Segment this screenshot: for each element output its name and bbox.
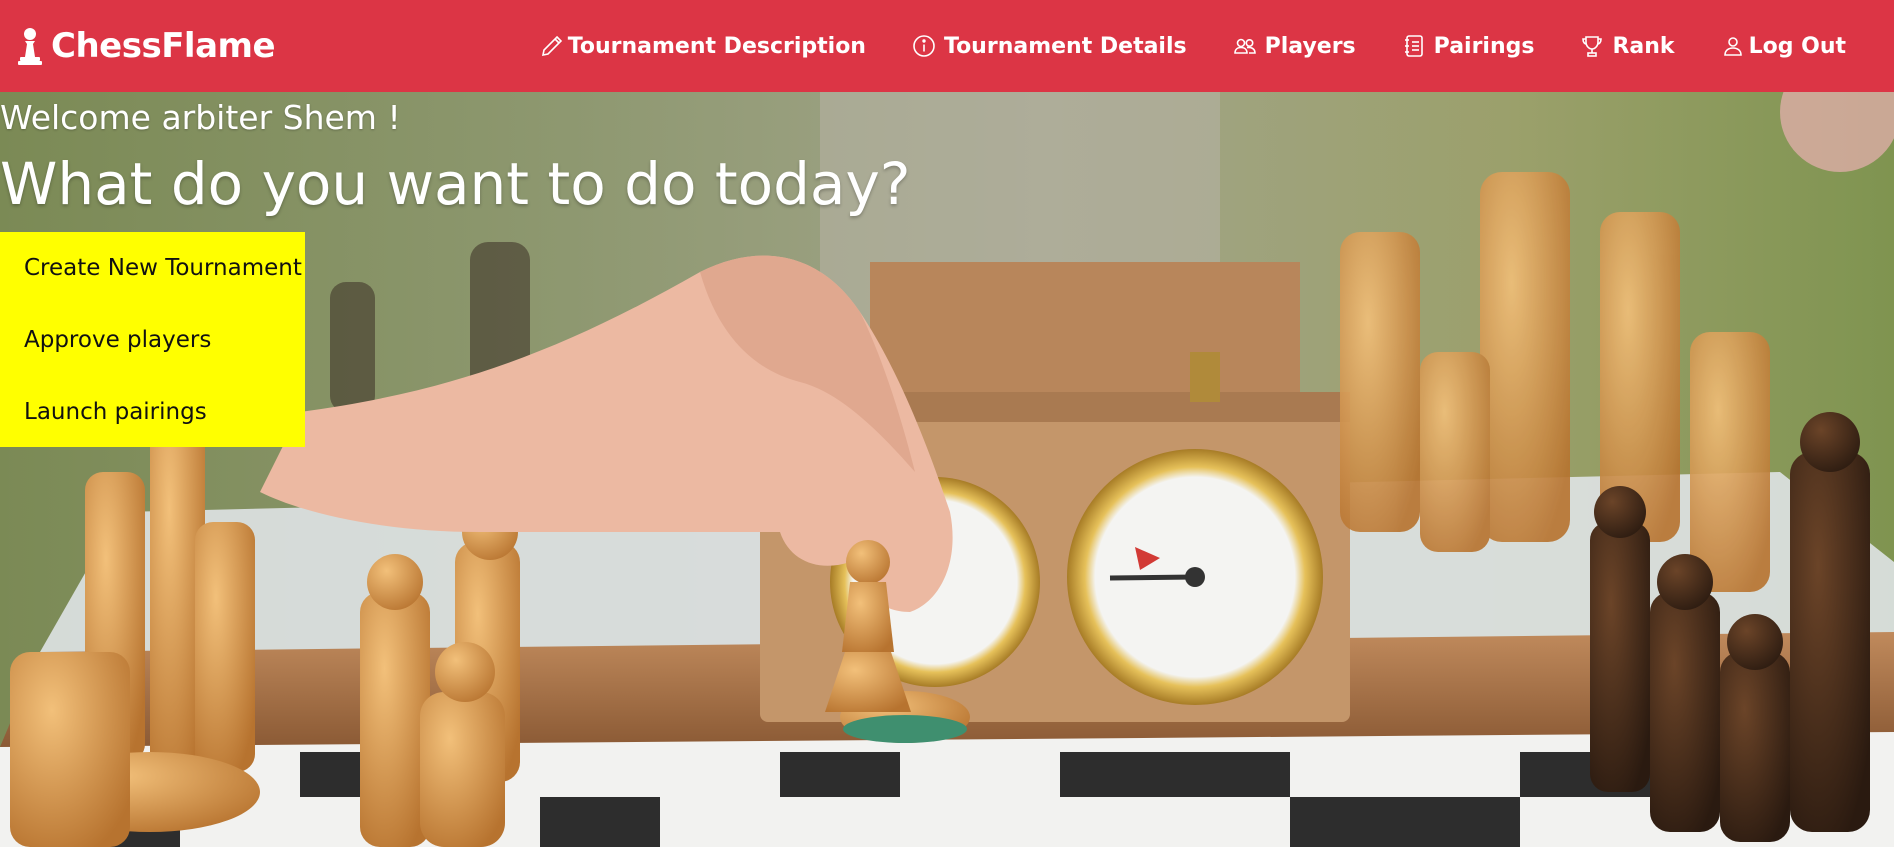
pencil-icon [541,35,562,57]
create-new-tournament-link[interactable]: Create New Tournament [0,232,305,304]
nav-label: Tournament Description [567,33,866,59]
nav-tournament-description[interactable]: Tournament Description [540,34,866,59]
journal-list-icon [1404,35,1423,57]
navbar: ChessFlame Tournament Description Tourna… [0,0,1894,92]
nav-label: Rank [1612,33,1675,59]
welcome-message: Welcome arbiter Shem ! [0,98,401,137]
nav-rank[interactable]: Rank [1580,33,1675,59]
nav-pairings[interactable]: Pairings [1402,33,1535,59]
brand-name: ChessFlame [51,26,276,66]
nav-label: Log Out [1748,33,1846,59]
page-heading: What do you want to do today? [0,150,911,218]
nav-label: Tournament Details [943,33,1187,59]
pawn-icon [18,28,42,65]
launch-pairings-link[interactable]: Launch pairings [0,376,305,448]
trophy-icon [1582,36,1603,57]
nav-label: Pairings [1433,33,1535,59]
approve-players-link[interactable]: Approve players [0,304,305,376]
nav-links: Tournament Description Tournament Detail… [540,0,1846,92]
nav-tournament-details[interactable]: Tournament Details [912,34,1187,59]
nav-players[interactable]: Players [1233,34,1356,59]
brand[interactable]: ChessFlame [17,26,276,66]
nav-log-out[interactable]: Log Out [1721,34,1846,59]
info-circle-icon [913,35,935,57]
action-menu: Create New Tournament Approve players La… [0,232,305,447]
person-icon [1723,37,1742,56]
people-icon [1233,38,1256,54]
nav-label: Players [1264,33,1356,59]
